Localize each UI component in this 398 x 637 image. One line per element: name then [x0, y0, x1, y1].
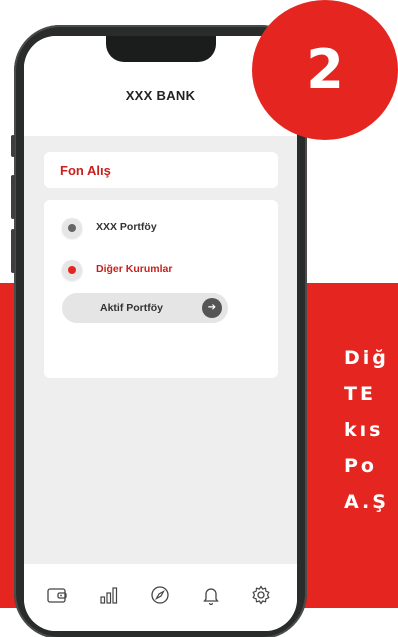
arrow-circle-icon[interactable]: ➔: [202, 298, 222, 318]
chart-icon[interactable]: [98, 584, 120, 606]
wallet-icon[interactable]: [46, 584, 68, 606]
phone-side-button: [11, 175, 15, 219]
phone-side-button: [11, 229, 15, 273]
side-text-line: TE: [344, 383, 376, 405]
side-text-line: kıs: [344, 419, 384, 441]
aktif-portfoy-label: Aktif Portföy: [100, 302, 163, 314]
phone-side-button: [11, 135, 15, 157]
side-text-line: A.Ş: [344, 491, 389, 513]
options-card: XXX Portföy Diğer Kurumlar Aktif Portföy…: [44, 200, 278, 378]
bell-icon[interactable]: [200, 584, 222, 606]
compass-icon[interactable]: [149, 584, 171, 606]
phone-notch: [106, 36, 216, 62]
option-label: XXX Portföy: [96, 221, 157, 233]
side-text-line: Diğ: [344, 347, 389, 369]
phone-screen: XXX BANK Fon Alış XXX Portföy Diğer Kuru…: [24, 36, 297, 631]
radio-button-selected[interactable]: [62, 260, 82, 280]
step-badge: 2: [252, 0, 398, 140]
option-xxx-portfoy[interactable]: XXX Portföy: [62, 218, 262, 238]
bottom-tab-bar: [24, 564, 297, 631]
option-diger-kurumlar[interactable]: Diğer Kurumlar: [62, 260, 262, 280]
page-title: Fon Alış: [60, 163, 111, 178]
radio-button[interactable]: [62, 218, 82, 238]
option-label: Diğer Kurumlar: [96, 263, 173, 275]
side-text-line: Po: [344, 455, 377, 477]
page-title-card: Fon Alış: [44, 152, 278, 188]
settings-icon[interactable]: [250, 584, 272, 606]
aktif-portfoy-button[interactable]: Aktif Portföy ➔: [62, 293, 228, 323]
step-number: 2: [306, 38, 344, 101]
side-description: Diğ TE kıs Po A.Ş: [344, 340, 398, 520]
